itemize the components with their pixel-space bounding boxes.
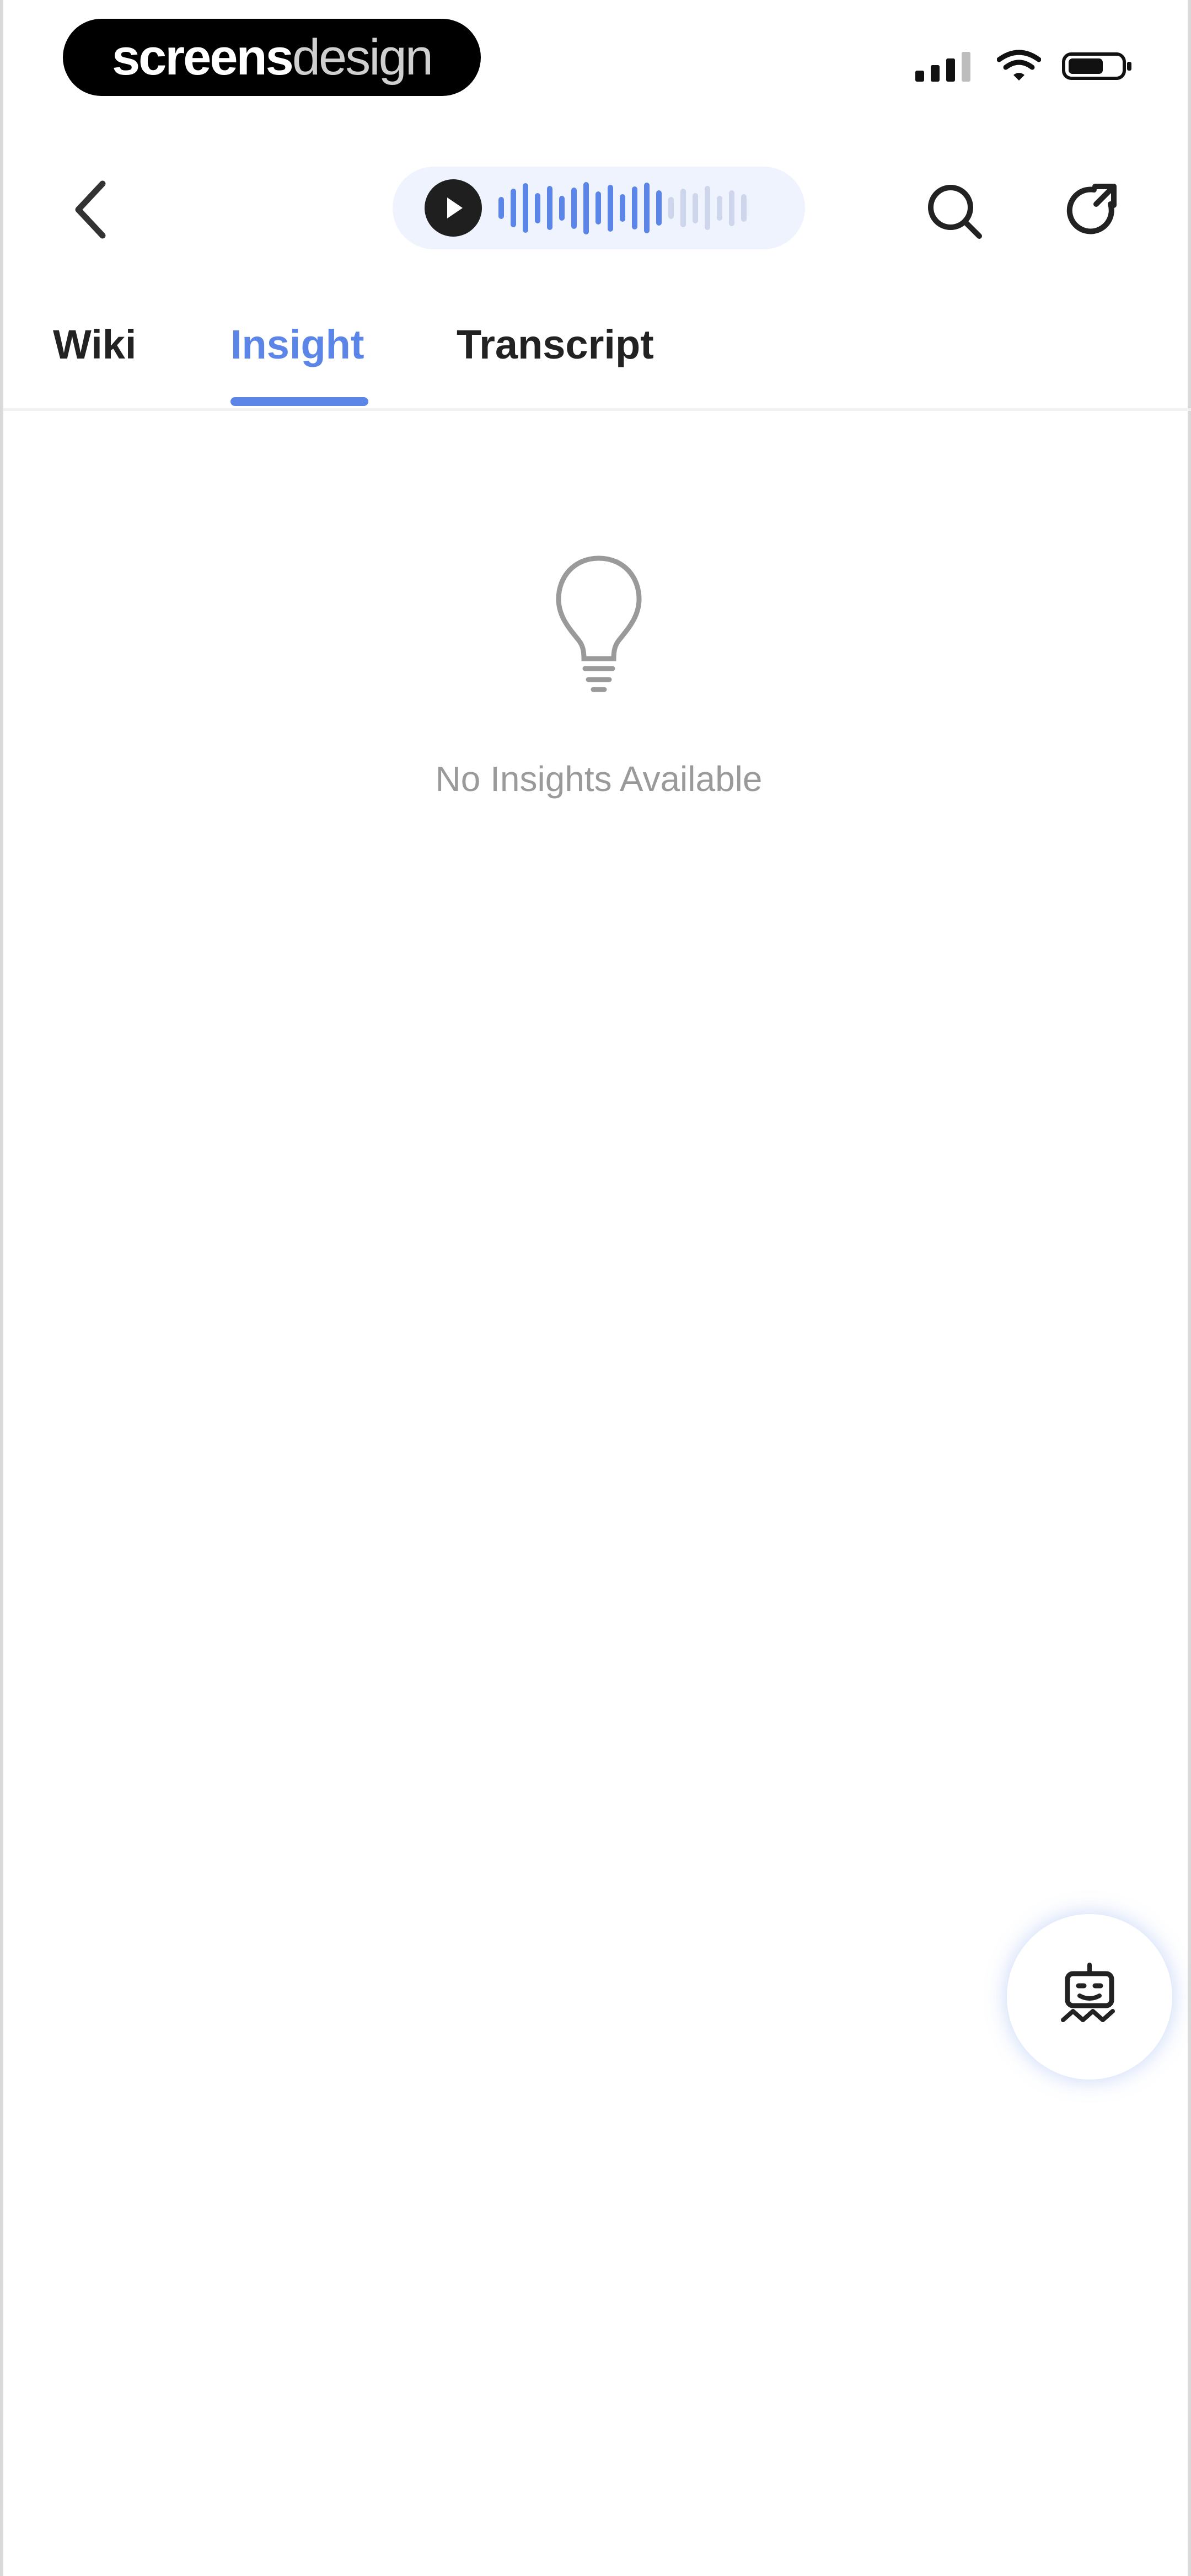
- lightbulb-icon: [556, 555, 642, 692]
- tab-transcript[interactable]: Transcript: [457, 321, 654, 368]
- audio-player[interactable]: [393, 167, 805, 249]
- wifi-icon: [997, 50, 1041, 81]
- refresh-button[interactable]: [1062, 181, 1123, 242]
- assistant-bot-icon: [1061, 1963, 1115, 2022]
- audio-waveform: [498, 180, 747, 236]
- status-icons: [915, 50, 1134, 83]
- play-button[interactable]: [425, 179, 482, 237]
- chevron-left-icon: [75, 180, 106, 239]
- empty-state-message: No Insights Available: [435, 759, 763, 799]
- status-bar: screens design: [3, 0, 1191, 116]
- search-icon: [928, 185, 982, 239]
- back-button[interactable]: [61, 177, 121, 243]
- logo-bold: screens: [112, 29, 294, 85]
- active-tab-indicator: [230, 397, 368, 406]
- app-frame: screens design Wiki Insight Transcript N…: [0, 0, 1191, 2576]
- assistant-fab[interactable]: [1007, 1914, 1172, 2080]
- empty-state: No Insights Available: [3, 552, 1191, 799]
- battery-icon: [1062, 52, 1131, 80]
- search-button[interactable]: [924, 181, 985, 242]
- tab-wiki[interactable]: Wiki: [53, 321, 136, 368]
- refresh-icon: [1066, 184, 1117, 234]
- tab-insight[interactable]: Insight: [230, 321, 364, 368]
- tab-bar: Wiki Insight Transcript: [3, 309, 1191, 411]
- logo-light: design: [292, 29, 433, 85]
- play-icon: [447, 197, 463, 218]
- brand-logo: screens design: [63, 19, 481, 96]
- signal-icon: [915, 52, 970, 82]
- top-nav: [3, 160, 1191, 259]
